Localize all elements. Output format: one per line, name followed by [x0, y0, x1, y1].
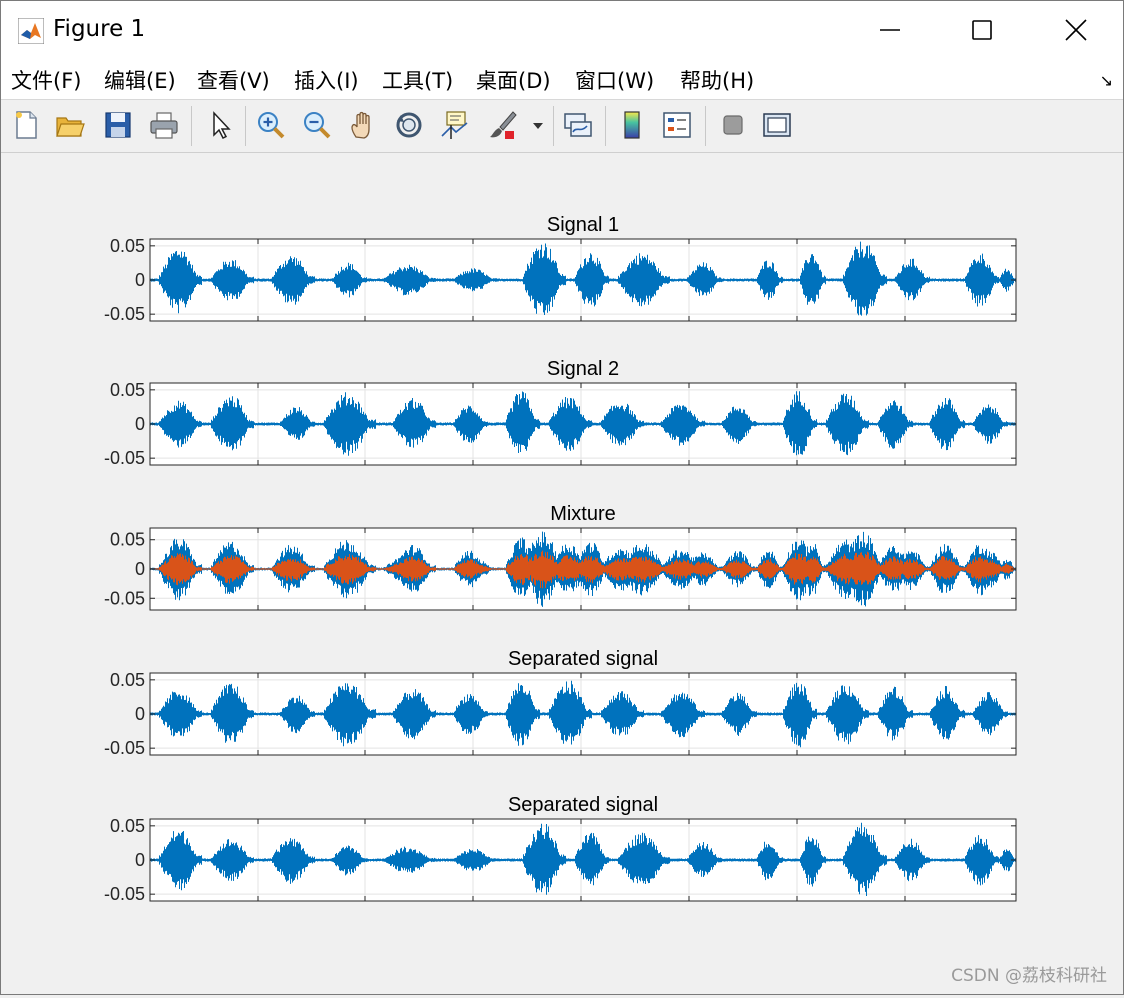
- zoom-in-icon: [258, 112, 285, 139]
- minimize-button[interactable]: [844, 1, 936, 59]
- pan-button[interactable]: [346, 108, 380, 142]
- subplot-title: Signal 1: [547, 214, 619, 236]
- toolbar-separator: [245, 106, 246, 146]
- new-figure-button[interactable]: [9, 108, 43, 142]
- subplot-title: Separated signal: [508, 794, 658, 816]
- brush-dropdown-button[interactable]: [529, 108, 547, 142]
- menu-desktop[interactable]: 桌面(D): [476, 65, 551, 95]
- y-tick-label: 0: [135, 559, 145, 579]
- window-title: Figure 1: [53, 16, 146, 42]
- figure-window: Figure 1 文件(F) 编辑(E) 查看(V) 插入(I) 工具(T) 桌…: [0, 0, 1124, 995]
- brush-dropdown-icon: [533, 123, 543, 129]
- y-tick-label: -0.05: [104, 738, 145, 758]
- y-tick-label: 0.05: [110, 670, 145, 690]
- toolbar: [1, 100, 1123, 153]
- menu-help[interactable]: 帮助(H): [680, 65, 754, 95]
- y-tick-label: 0.05: [110, 530, 145, 550]
- legend-icon: [663, 112, 691, 138]
- link-plot-button[interactable]: [561, 108, 595, 142]
- hide-plot-tools-icon: [723, 115, 743, 135]
- zoom-out-button[interactable]: [300, 108, 334, 142]
- subplot-title: Signal 2: [547, 358, 619, 380]
- menu-window[interactable]: 窗口(W): [575, 65, 654, 95]
- y-tick-label: 0.05: [110, 816, 145, 836]
- subplot-title: Mixture: [550, 503, 616, 525]
- close-button[interactable]: [1030, 1, 1122, 59]
- plots-svg: 0.05 0 -0.05 Signal 1 0.05 0 -0.05 Signal 2 0.05…: [104, 214, 1017, 904]
- y-tick-label: -0.05: [104, 588, 145, 608]
- hide-plot-tools-button[interactable]: [716, 108, 750, 142]
- rotate-3d-icon: [396, 112, 422, 138]
- y-tick-label: -0.05: [104, 304, 145, 324]
- menu-dock-arrow-icon[interactable]: ↘: [1100, 71, 1113, 90]
- title-bar[interactable]: Figure 1: [1, 1, 1123, 59]
- data-cursor-button[interactable]: [438, 108, 472, 142]
- menu-bar: 文件(F) 编辑(E) 查看(V) 插入(I) 工具(T) 桌面(D) 窗口(W…: [1, 59, 1123, 100]
- zoom-out-icon: [304, 112, 331, 139]
- watermark: CSDN @荔枝科研社: [951, 966, 1107, 986]
- link-plot-icon: [564, 113, 592, 137]
- menu-file[interactable]: 文件(F): [11, 65, 81, 95]
- close-icon: [1065, 19, 1087, 41]
- open-file-icon: [56, 117, 85, 137]
- brush-icon: [490, 111, 517, 139]
- y-tick-label: -0.05: [104, 448, 145, 468]
- select-button[interactable]: [203, 108, 237, 142]
- maximize-icon: [972, 20, 992, 40]
- menu-insert[interactable]: 插入(I): [294, 65, 359, 95]
- colorbar-icon: [624, 111, 640, 139]
- y-tick-label: 0: [135, 704, 145, 724]
- toolbar-separator: [191, 106, 192, 146]
- data-cursor-icon: [441, 111, 468, 139]
- save-icon: [105, 112, 131, 138]
- legend-button[interactable]: [660, 108, 694, 142]
- pan-hand-icon: [351, 111, 370, 139]
- show-plot-tools-icon: [763, 113, 791, 137]
- save-button[interactable]: [101, 108, 135, 142]
- print-button[interactable]: [147, 108, 181, 142]
- y-tick-label: 0: [135, 414, 145, 434]
- y-tick-label: 0: [135, 850, 145, 870]
- toolbar-separator: [705, 106, 706, 146]
- y-tick-label: -0.05: [104, 884, 145, 904]
- toolbar-separator: [553, 106, 554, 146]
- menu-edit[interactable]: 编辑(E): [104, 65, 176, 95]
- y-tick-label: 0.05: [110, 380, 145, 400]
- minimize-icon: [880, 29, 900, 31]
- colorbar-button[interactable]: [615, 108, 649, 142]
- new-figure-icon: [16, 111, 37, 139]
- zoom-in-button[interactable]: [254, 108, 288, 142]
- select-arrow-icon: [213, 111, 231, 140]
- maximize-button[interactable]: [936, 1, 1028, 59]
- figure-canvas[interactable]: 0.05 0 -0.05 Signal 1 0.05 0 -0.05 Signal 2 0.05…: [1, 153, 1123, 994]
- menu-view[interactable]: 查看(V): [197, 65, 270, 95]
- print-icon: [150, 112, 178, 139]
- open-file-button[interactable]: [53, 108, 87, 142]
- y-tick-label: 0: [135, 270, 145, 290]
- subplot-title: Separated signal: [508, 648, 658, 670]
- toolbar-separator: [605, 106, 606, 146]
- show-plot-tools-button[interactable]: [760, 108, 794, 142]
- y-tick-label: 0.05: [110, 236, 145, 256]
- brush-button[interactable]: [485, 108, 519, 142]
- rotate-3d-button[interactable]: [392, 108, 426, 142]
- menu-tools[interactable]: 工具(T): [382, 65, 453, 95]
- matlab-logo-icon: [18, 18, 44, 44]
